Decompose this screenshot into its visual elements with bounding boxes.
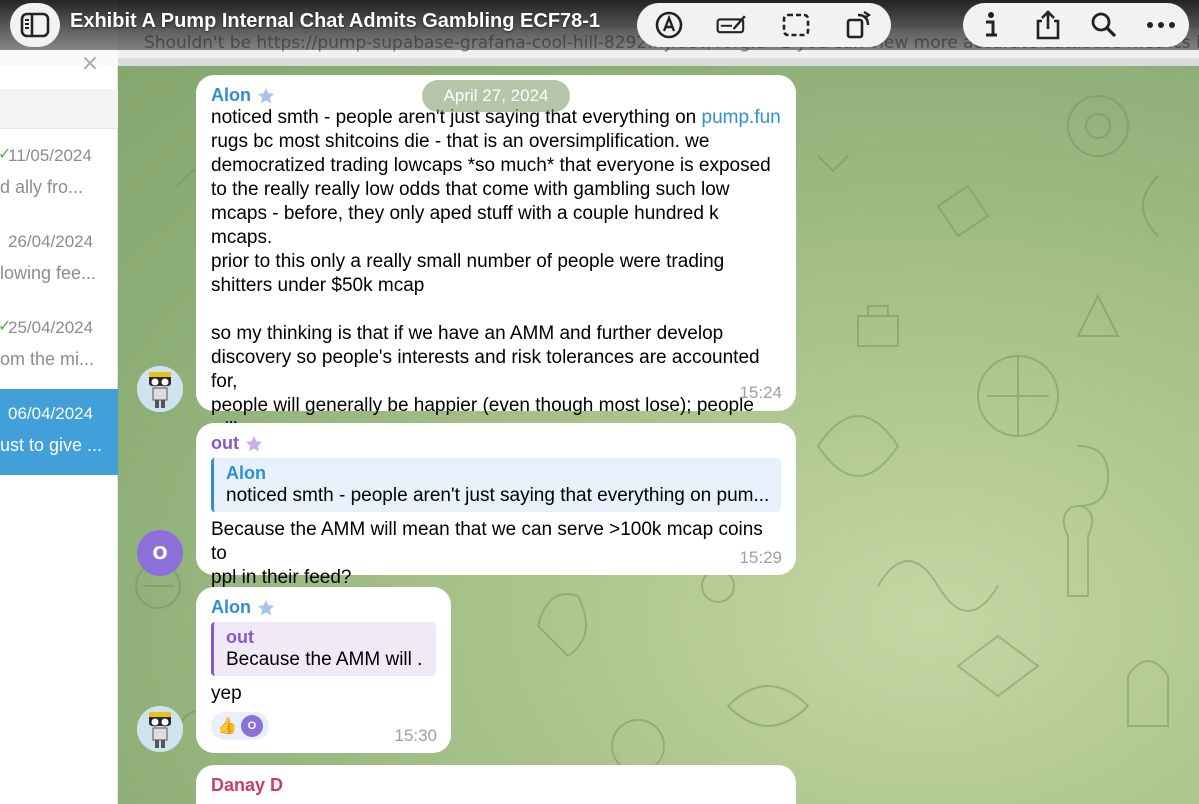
dialog-date: 11/05/2024: [8, 146, 92, 165]
reaction-avatar: O: [240, 715, 263, 737]
premium-star-icon: [257, 599, 275, 615]
dialog-preview: d ally fro...: [0, 177, 84, 197]
dialog-item-active[interactable]: 06/04/2024 ust to give ...: [0, 389, 118, 475]
message-bubble[interactable]: Alon out Because the AMM will ... yep 👍 …: [196, 587, 451, 753]
dialog-preview: lowing fee...: [0, 263, 97, 283]
premium-star-icon: [245, 435, 263, 451]
dialog-item[interactable]: 26/04/2024 lowing fee...: [0, 217, 118, 303]
share-icon[interactable]: [1032, 9, 1064, 41]
avatar[interactable]: O: [137, 530, 183, 576]
rotate-icon[interactable]: [843, 9, 875, 41]
author-name: out: [211, 433, 239, 453]
more-icon[interactable]: [1145, 9, 1177, 41]
message-text: yep: [211, 683, 242, 704]
premium-star-icon: [257, 87, 275, 103]
sidebar-toggle-icon: [20, 12, 50, 38]
sidebar-toggle-button[interactable]: [10, 3, 60, 47]
reply-author: Alon: [226, 463, 266, 483]
viewer-toolbar: Exhibit A Pump Internal Chat Admits Gamb…: [0, 0, 1199, 50]
document-title: Exhibit A Pump Internal Chat Admits Gamb…: [70, 10, 601, 32]
chat-list-sidebar: ✓ 11/05/2024 d ally fro... 26/04/2024 lo…: [0, 66, 118, 804]
avatar[interactable]: [137, 706, 183, 752]
author-name: Alon: [211, 597, 251, 617]
message-text-part: rugs bc most shitcoins die - that is an …: [211, 131, 771, 464]
dialog-date: 26/04/2024: [8, 232, 94, 251]
message-bubble[interactable]: out Alon noticed smth - people aren't ju…: [196, 423, 796, 588]
close-icon[interactable]: ×: [78, 52, 102, 76]
author-name: Danay D: [211, 775, 284, 795]
message-time: 15:29: [739, 548, 782, 567]
search-icon[interactable]: [1088, 9, 1120, 41]
robot-avatar-icon: [137, 366, 183, 412]
message-author[interactable]: Danay D: [211, 775, 781, 796]
date-separator: April 27, 2024: [422, 80, 570, 112]
sidebar-search-area[interactable]: [0, 89, 118, 129]
message-text: noticed smth - people aren't just saying…: [211, 106, 781, 466]
crop-icon[interactable]: [780, 9, 812, 41]
markup-tools-group: [637, 3, 891, 47]
dialog-date: 06/04/2024: [8, 404, 94, 423]
message-author[interactable]: Alon: [211, 597, 436, 618]
document-tools-group: [963, 3, 1189, 47]
dialog-date: 25/04/2024: [8, 318, 94, 337]
message-bubble[interactable]: Alon noticed smth - people aren't just s…: [196, 75, 796, 464]
message-link[interactable]: pump.fun: [702, 107, 781, 128]
dialog-item[interactable]: ✓ 11/05/2024 d ally fro...: [0, 131, 118, 217]
reply-quote[interactable]: Alon noticed smth - people aren't just s…: [211, 458, 781, 512]
markup-icon[interactable]: [653, 9, 685, 41]
message-text: Because the AMM will mean that we can se…: [211, 519, 763, 588]
dialog-item[interactable]: ✓ 25/04/2024 om the mi...: [0, 303, 118, 389]
dialog-preview: ust to give ...: [0, 435, 103, 455]
author-name: Alon: [211, 85, 251, 105]
message-bubble[interactable]: Danay D: [196, 765, 796, 804]
info-icon[interactable]: [975, 9, 1007, 41]
dialog-preview: om the mi...: [0, 349, 95, 369]
message-time: 15:30: [394, 726, 437, 745]
robot-avatar-icon: [137, 706, 183, 752]
reply-author: out: [226, 627, 254, 647]
reply-quote[interactable]: out Because the AMM will ...: [211, 622, 436, 676]
message-time: 15:24: [739, 383, 782, 402]
reply-text: Because the AMM will ...: [226, 649, 424, 670]
thumbs-up-icon: 👍: [217, 718, 237, 735]
message-author[interactable]: out: [211, 433, 781, 454]
edit-icon[interactable]: [716, 9, 748, 41]
avatar[interactable]: [137, 366, 183, 412]
reaction-chip[interactable]: 👍 O: [211, 712, 269, 740]
reply-text: noticed smth - people aren't just saying…: [226, 485, 769, 506]
